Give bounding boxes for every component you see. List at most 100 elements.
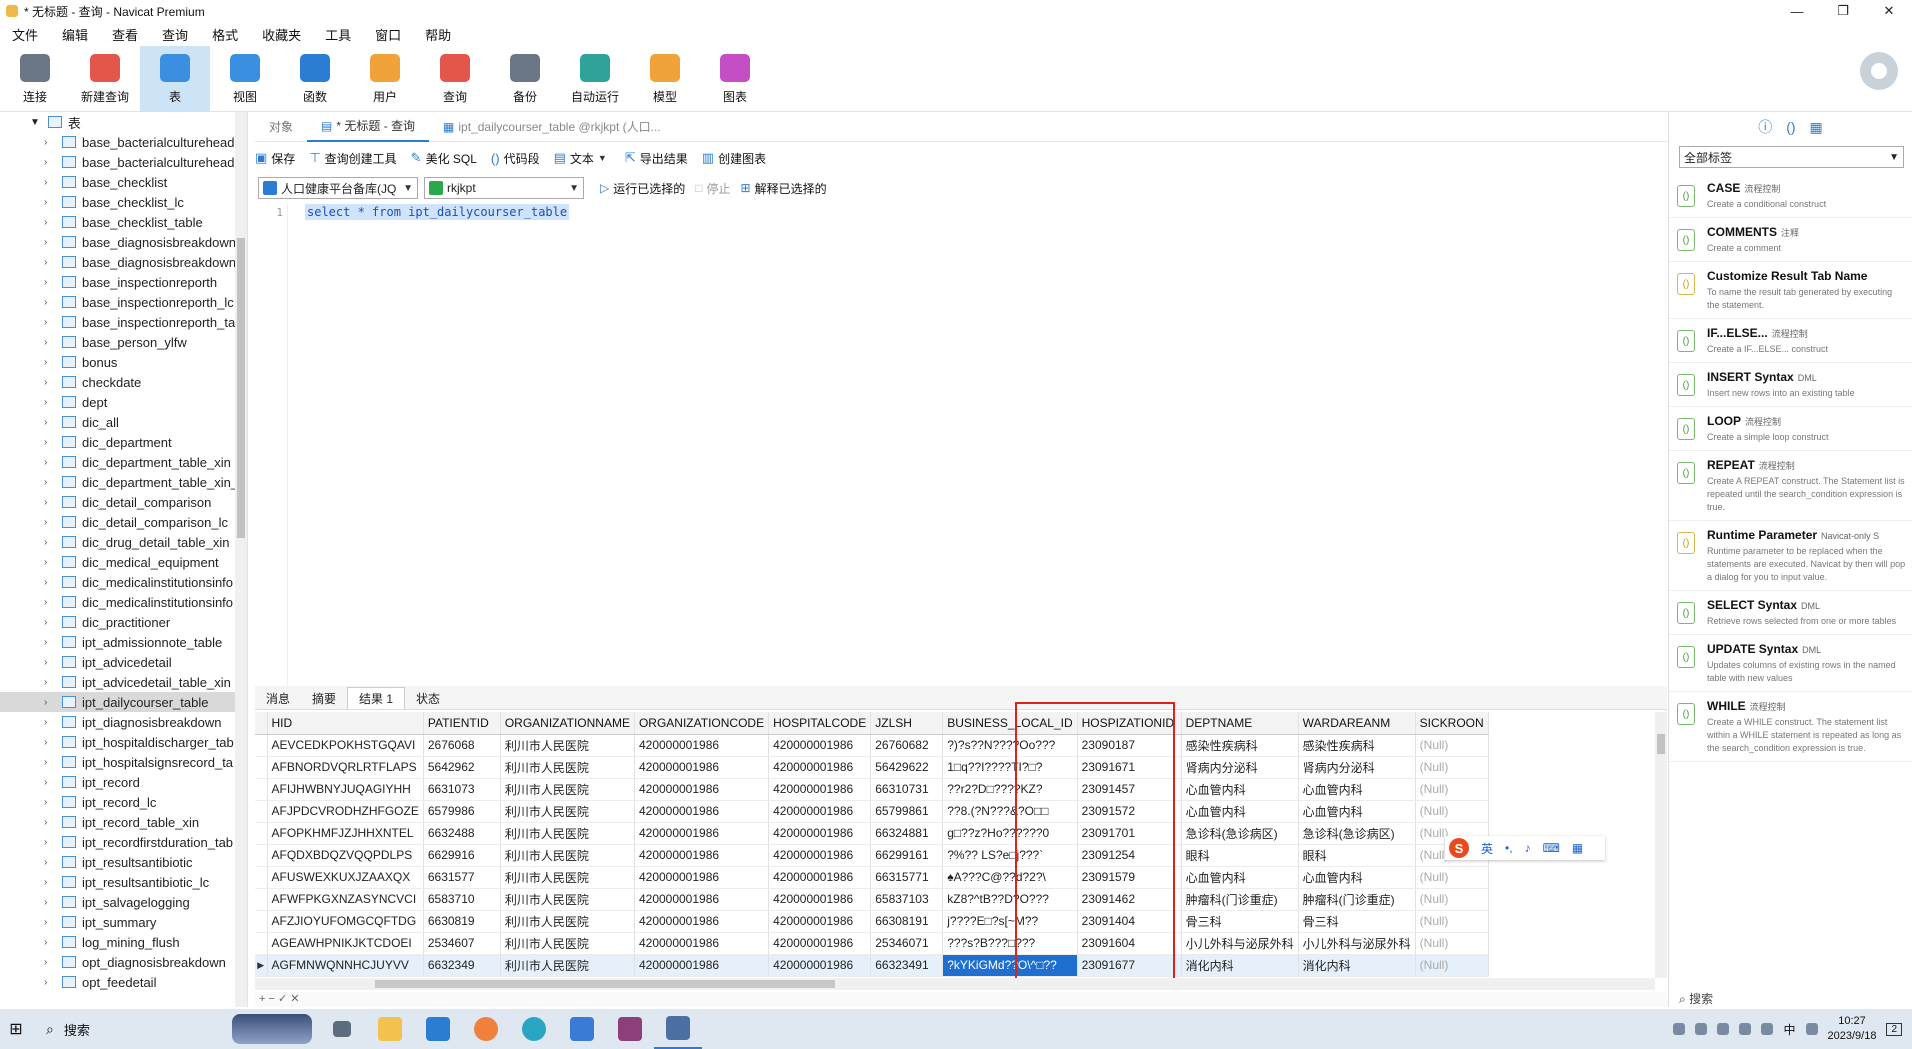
input-language[interactable]: 中 [1783,1021,1795,1038]
chevron-right-icon[interactable]: › [44,817,54,828]
snippet-item[interactable]: () REPEAT 流程控制 Create A REPEAT construct. T… [1669,451,1912,521]
tree-item-table[interactable]: › ipt_resultsantibiotic [0,852,247,872]
snippet-item[interactable]: () IF...ELSE... 流程控制 Create a IF...ELSE... … [1669,319,1912,363]
restore-button[interactable]: ❐ [1820,0,1866,22]
tree-item-table[interactable]: › dic_detail_comparison [0,492,247,512]
chevron-right-icon[interactable]: › [44,177,54,188]
security-icon[interactable] [1739,1023,1752,1035]
table-cell[interactable]: 急诊科(急诊病区) [1298,822,1416,845]
table-row[interactable]: AFJPDCVRODHZHFGOZE 6579986 利川市人民医院 42000000… [255,800,1489,823]
chevron-right-icon[interactable]: › [44,597,54,608]
tree-item-table[interactable]: › base_person_ylfw [0,332,247,352]
table-cell[interactable]: 6630819 [423,910,501,933]
tree-item-table[interactable]: › opt_feedetail [0,972,247,992]
table-cell[interactable]: AGEAWHPNIKJKTCDOEI [267,932,424,955]
table-cell[interactable]: 6631577 [423,866,501,889]
chevron-right-icon[interactable]: › [44,157,54,168]
table-cell[interactable]: 23091254 [1077,844,1182,867]
table-cell[interactable]: ?kYKiGMd??O\^□?? [942,954,1078,977]
ribbon-button[interactable]: 模型 [630,46,700,112]
table-cell[interactable]: AFOPKHMFJZJHHXNTEL [267,822,424,845]
table-cell[interactable]: 66323491 [870,954,944,977]
column-header[interactable]: DEPTNAME [1181,712,1299,735]
table-cell[interactable]: 心血管内科 [1298,800,1416,823]
snippet-item[interactable]: () Customize Result Tab Name To name the r… [1669,262,1912,319]
text-dropdown-button[interactable]: ▤ 文本 ▼ [554,150,611,167]
tree-item-table[interactable]: › ipt_record_table_xin [0,812,247,832]
chevron-right-icon[interactable]: › [44,697,54,708]
table-row[interactable]: ▶ AGFMNWQNNHCJUYVV 6632349 利川市人民医院 420000001… [255,954,1489,977]
snippet-item[interactable]: () COMMENTS 注释 Create a comment [1669,218,1912,262]
table-cell[interactable]: 利川市人民医院 [500,756,635,779]
table-cell[interactable]: ♠A???C@??d?2?\ [942,866,1078,889]
tray-icon[interactable] [1673,1023,1686,1035]
table-cell[interactable]: 420000001986 [768,932,872,955]
table-cell[interactable]: 420000001986 [768,910,872,933]
menu-item[interactable]: 查询 [150,25,200,44]
column-header[interactable]: BUSINESS_LOCAL_ID [942,712,1078,735]
table-cell[interactable]: 肾病内分泌科 [1181,756,1299,779]
table-cell[interactable]: 利川市人民医院 [500,800,635,823]
result-tab[interactable]: 状态 [405,687,451,709]
table-cell[interactable]: 6632488 [423,822,501,845]
table-cell[interactable]: 肾病内分泌科 [1298,756,1416,779]
navicat-taskbar-icon[interactable] [654,1009,702,1049]
table-cell[interactable]: 感染性疾病科 [1298,734,1416,757]
tree-item-table[interactable]: › dic_detail_comparison_lc [0,512,247,532]
table-cell[interactable]: AFZJIOYUFOMGCQFTDG [267,910,424,933]
clock[interactable]: 10:27 2023/9/18 [1828,1014,1877,1044]
table-cell[interactable]: 420000001986 [634,932,770,955]
chevron-right-icon[interactable]: › [44,337,54,348]
chevron-right-icon[interactable]: › [44,317,54,328]
table-cell[interactable]: 6632349 [423,954,501,977]
tree-item-table[interactable]: › base_checklist [0,172,247,192]
chevron-right-icon[interactable]: › [44,257,54,268]
table-cell[interactable]: 65799861 [870,800,944,823]
task-view-button[interactable] [318,1009,366,1049]
chevron-right-icon[interactable]: › [44,637,54,648]
table-cell[interactable]: 420000001986 [634,866,770,889]
apps-icon[interactable]: ▦ [1572,841,1583,855]
chevron-right-icon[interactable]: › [44,617,54,628]
table-cell[interactable]: 6579986 [423,800,501,823]
table-row[interactable]: AFZJIOYUFOMGCQFTDG 6630819 利川市人民医院 42000000… [255,910,1489,933]
table-cell[interactable]: AFBNORDVQRLRTFLAPS [267,756,424,779]
table-cell[interactable]: (Null) [1415,932,1489,955]
tree-item-table[interactable]: › dic_drug_detail_table_xin [0,532,247,552]
table-cell[interactable]: 肿瘤科(门诊重症) [1298,888,1416,911]
table-cell[interactable]: (Null) [1415,756,1489,779]
column-header[interactable]: WARDAREANM [1298,712,1416,735]
ribbon-button[interactable]: 视图 [210,46,280,112]
beautify-sql-button[interactable]: ✎ 美化 SQL [411,150,477,167]
chevron-right-icon[interactable]: › [44,977,54,988]
chevron-right-icon[interactable]: › [44,137,54,148]
minimize-button[interactable]: — [1774,0,1820,22]
chevron-right-icon[interactable]: › [44,237,54,248]
tree-item-table[interactable]: › base_checklist_table [0,212,247,232]
chevron-right-icon[interactable]: › [44,497,54,508]
table-cell[interactable]: 66310731 [870,778,944,801]
windows-start-button[interactable]: ⊞ [0,1009,32,1049]
taskbar-search[interactable]: ⌕ 搜索 [32,1009,232,1049]
chevron-right-icon[interactable]: › [44,897,54,908]
table-cell[interactable]: 420000001986 [634,888,770,911]
table-cell[interactable]: 420000001986 [634,734,770,757]
table-cell[interactable]: 利川市人民医院 [500,734,635,757]
tree-item-table[interactable]: › ipt_hospitaldischarger_tab [0,732,247,752]
table-cell[interactable]: AFJPDCVRODHZHFGOZE [267,800,424,823]
table-cell[interactable]: 23091462 [1077,888,1182,911]
table-cell[interactable]: 6631073 [423,778,501,801]
table-cell[interactable]: (Null) [1415,866,1489,889]
column-header[interactable]: ORGANIZATIONNAME [500,712,635,735]
table-cell[interactable]: 23091701 [1077,822,1182,845]
table-cell[interactable]: 5642962 [423,756,501,779]
tree-item-table[interactable]: › dept [0,392,247,412]
table-cell[interactable]: 23091572 [1077,800,1182,823]
table-cell[interactable]: 23091671 [1077,756,1182,779]
tree-item-table[interactable]: › dic_medicalinstitutionsinfo [0,592,247,612]
table-cell[interactable]: 420000001986 [634,910,770,933]
volume-icon[interactable] [1761,1023,1774,1035]
tab-objects[interactable]: 对象 [255,112,307,142]
ribbon-button[interactable]: 连接 [0,46,70,112]
sogou-logo-icon[interactable]: S [1449,838,1469,858]
